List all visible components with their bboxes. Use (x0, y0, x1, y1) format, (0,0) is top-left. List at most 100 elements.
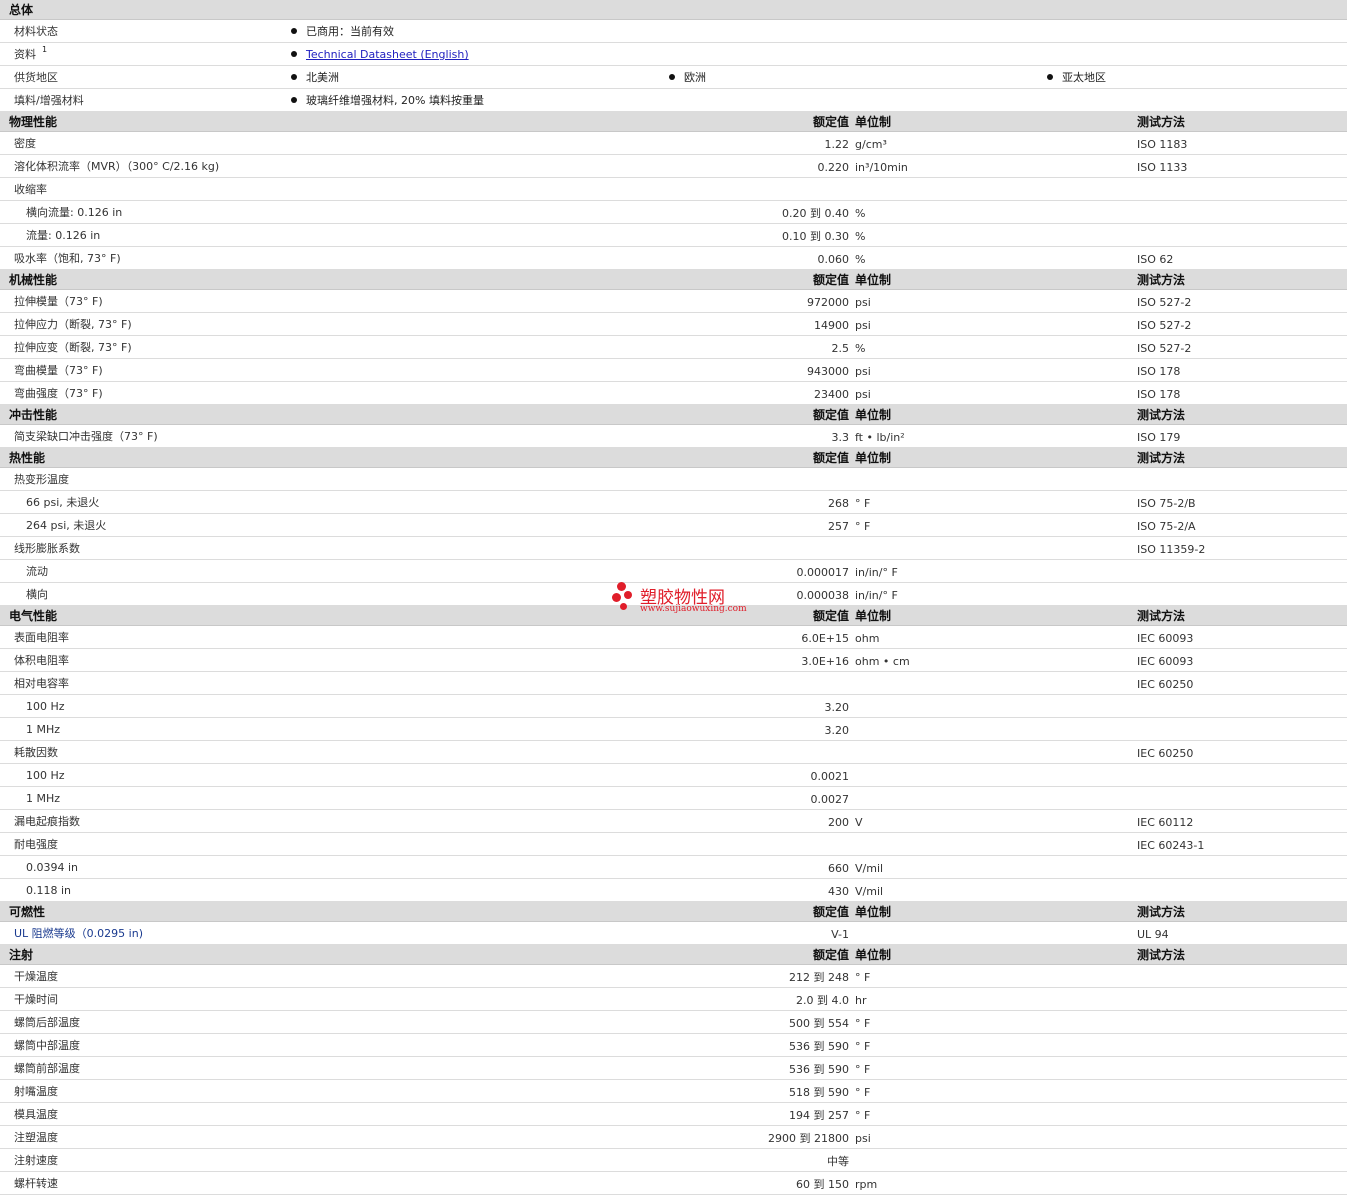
property-value: 3.20 (824, 701, 850, 714)
property-row: 螺筒后部温度 500 到 554 ° F (0, 1011, 1347, 1034)
property-unit: % (855, 230, 866, 243)
bullet-icon (291, 51, 297, 57)
column-header-value: 额定值 (812, 609, 849, 623)
section-title: 可燃性 (9, 905, 46, 919)
property-row: 干燥温度 212 到 248 ° F (0, 965, 1347, 988)
property-name: 1 MHz (26, 792, 61, 805)
property-name: 漏电起痕指数 (14, 815, 80, 828)
test-method: ISO 62 (1137, 253, 1174, 266)
property-value: 0.0021 (810, 770, 850, 783)
test-method: IEC 60093 (1137, 655, 1194, 668)
section-title: 电气性能 (9, 609, 58, 623)
test-method: ISO 11359-2 (1137, 543, 1206, 556)
property-value: 257 (828, 520, 849, 533)
property-row: 密度 1.22 g/cm³ ISO 1183 (0, 132, 1347, 155)
property-row: UL 阻燃等级（0.0295 in) V-1 UL 94 (0, 922, 1347, 945)
property-name: 100 Hz (26, 769, 65, 782)
property-name: 66 psi, 未退火 (26, 496, 100, 509)
property-unit: V/mil (855, 885, 884, 898)
general-value: 已商用：当前有效 (306, 25, 394, 38)
property-value: 3.3 (831, 431, 850, 444)
property-row: 弯曲模量（73° F) 943000 psi ISO 178 (0, 359, 1347, 382)
property-row: 100 Hz 3.20 (0, 695, 1347, 718)
column-header-unit: 单位制 (855, 948, 892, 962)
property-value: 0.060 (817, 253, 850, 266)
general-row: 资料 1 Technical Datasheet (English) (0, 43, 1347, 66)
section-title: 物理性能 (9, 115, 58, 129)
property-name: 简支梁缺口冲击强度（73° F) (14, 430, 158, 443)
property-unit: % (855, 342, 866, 355)
property-value: 943000 (807, 365, 849, 378)
property-name: 拉伸应力（断裂, 73° F) (14, 318, 132, 331)
property-unit: psi (855, 365, 871, 378)
datasheet-link[interactable]: Technical Datasheet (English) (306, 49, 469, 60)
property-unit: ohm • cm (855, 655, 910, 668)
property-row: 拉伸模量（73° F) 972000 psi ISO 527-2 (0, 290, 1347, 313)
property-value: 0.000038 (796, 589, 850, 602)
general-value: 亚太地区 (1062, 71, 1106, 84)
property-value: 2.0 到 4.0 (796, 994, 849, 1007)
property-name: 表面电阻率 (14, 631, 69, 644)
section-header: 物理性能 额定值 单位制 测试方法 (0, 112, 1347, 132)
property-unit: ° F (855, 971, 871, 984)
property-row: 干燥时间 2.0 到 4.0 hr (0, 988, 1347, 1011)
property-name: 拉伸模量（73° F) (14, 295, 103, 308)
property-unit: ° F (855, 1063, 871, 1076)
logo-dot (624, 591, 632, 599)
column-header-method: 测试方法 (1137, 408, 1186, 422)
column-header-unit: 单位制 (855, 408, 892, 422)
property-value: 6.0E+15 (801, 632, 849, 645)
property-unit: hr (855, 994, 867, 1007)
test-method: IEC 60093 (1137, 632, 1194, 645)
general-value: 欧洲 (684, 71, 706, 84)
section-header: 热性能 额定值 单位制 测试方法 (0, 448, 1347, 468)
column-header-value: 额定值 (812, 948, 849, 962)
property-value: 518 到 590 (789, 1086, 849, 1099)
property-name: 注塑温度 (14, 1131, 58, 1144)
section-title: 注射 (9, 948, 34, 962)
property-value: 3.20 (824, 724, 850, 737)
property-name: 耗散因数 (14, 746, 58, 759)
test-method: ISO 527-2 (1137, 342, 1192, 355)
test-method: UL 94 (1137, 928, 1169, 941)
property-name: 横向 (26, 588, 48, 601)
property-unit: % (855, 207, 866, 220)
property-unit: ° F (855, 1086, 871, 1099)
property-row: 螺筒中部温度 536 到 590 ° F (0, 1034, 1347, 1057)
property-value: 500 到 554 (789, 1017, 849, 1030)
property-row: 吸水率（饱和, 73° F) 0.060% ISO 62 (0, 247, 1347, 270)
logo-dot (620, 603, 627, 610)
property-unit: ft • lb/in² (855, 431, 905, 444)
property-unit: ° F (855, 497, 871, 510)
property-name: 射嘴温度 (14, 1085, 58, 1098)
property-name: UL 阻燃等级（0.0295 in) (14, 927, 143, 940)
property-name: 干燥时间 (14, 993, 58, 1006)
property-row: 0.0394 in 660 V/mil (0, 856, 1347, 879)
property-value: 中等 (827, 1155, 849, 1168)
test-method: ISO 527-2 (1137, 319, 1192, 332)
property-name: 1 MHz (26, 723, 61, 736)
property-row: 螺杆转速 60 到 150 rpm (0, 1172, 1347, 1195)
column-header-unit: 单位制 (855, 905, 892, 919)
property-name: 100 Hz (26, 700, 65, 713)
section-header: 总体 (0, 0, 1347, 20)
property-value: 0.0027 (810, 793, 850, 806)
property-value: 60 到 150 (796, 1178, 849, 1191)
property-value: 200 (828, 816, 849, 829)
logo-dot (617, 582, 626, 591)
property-name: 耐电强度 (14, 838, 58, 851)
test-method: ISO 178 (1137, 388, 1181, 401)
test-method: IEC 60250 (1137, 678, 1194, 691)
property-name: 螺筒中部温度 (14, 1039, 80, 1052)
property-name: 吸水率（饱和, 73° F) (14, 252, 121, 265)
property-name: 流动 (26, 565, 48, 578)
property-name: 溶化体积流率（MVR）（300° C/2.16 kg) (14, 160, 220, 173)
property-row: 收缩率 (0, 178, 1347, 201)
property-name: 拉伸应变（断裂, 73° F) (14, 341, 132, 354)
property-value: 0.20 到 0.40 (782, 207, 849, 220)
property-name: 填料/增强材料 (14, 94, 84, 107)
property-value: 972000 (807, 296, 849, 309)
property-row: 264 psi, 未退火 257 ° F ISO 75-2/A (0, 514, 1347, 537)
test-method: ISO 75-2/A (1137, 520, 1196, 533)
property-unit: psi (855, 319, 871, 332)
